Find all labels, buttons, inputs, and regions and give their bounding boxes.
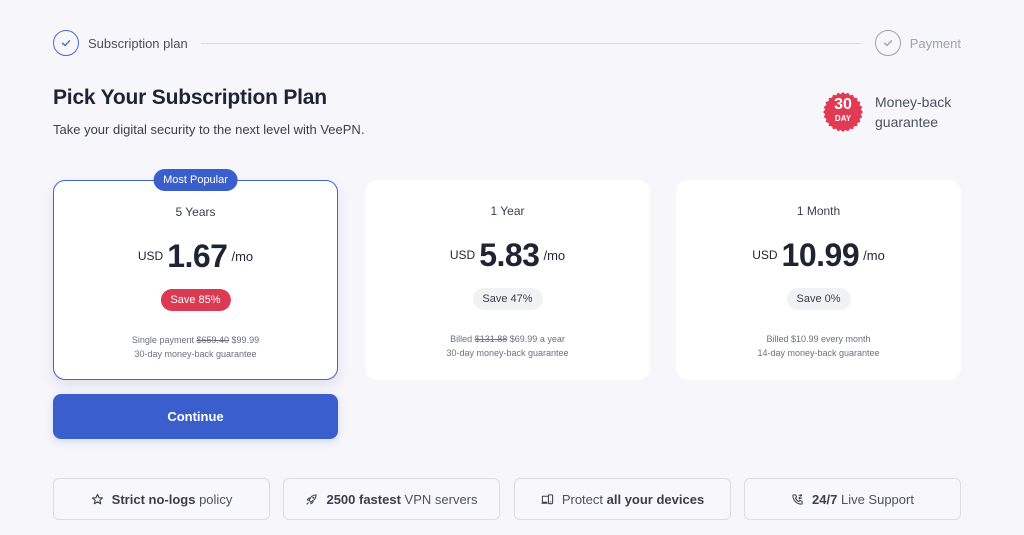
price-amount: 10.99 — [781, 237, 860, 273]
continue-button[interactable]: Continue — [53, 394, 338, 439]
feature-text: 24/7 Live Support — [812, 491, 914, 507]
price-amount: 1.67 — [167, 238, 228, 274]
billing-new-price: $99.99 — [231, 335, 260, 345]
guarantee-text: Money-back guarantee — [875, 94, 952, 130]
plan-price: USD 1.67 /mo — [54, 237, 337, 275]
price-currency: USD — [449, 248, 476, 262]
step-label: Payment — [909, 35, 961, 51]
price-period: /mo — [543, 247, 566, 263]
price-amount: 5.83 — [479, 237, 540, 273]
feature-text: Strict no-logs policy — [111, 491, 233, 507]
billing-new-price: $69.99 — [509, 334, 538, 344]
price-period: /mo — [863, 247, 885, 263]
check-circle-icon — [53, 30, 79, 56]
phone-support-icon — [791, 493, 804, 506]
checkout-stepper: Subscription plan Payment — [53, 30, 961, 56]
badge-unit: DAY — [834, 114, 852, 123]
billing-prefix: Billed — [450, 334, 473, 344]
save-badge: Save 85% — [160, 289, 231, 311]
guarantee-line: 30-day money-back guarantee — [446, 348, 569, 358]
step-connector — [201, 43, 861, 44]
billing-prefix: Single payment — [131, 335, 194, 345]
plan-price: USD 10.99 /mo — [676, 236, 961, 274]
plan-card-5-years[interactable]: Most Popular 5 Years USD 1.67 /mo Save 8… — [53, 169, 338, 380]
price-currency: USD — [137, 249, 164, 263]
step-subscription-plan[interactable]: Subscription plan — [53, 30, 188, 56]
plan-name: 1 Year — [490, 204, 525, 218]
page-heading: Pick Your Subscription Plan Take your di… — [53, 86, 364, 137]
plan-price: USD 5.83 /mo — [365, 236, 650, 274]
plan-name: 5 Years — [175, 205, 216, 219]
price-currency: USD — [752, 248, 778, 262]
most-popular-badge: Most Popular — [153, 169, 238, 191]
billing-line: Billed $131.88 $69.99 a year — [365, 332, 650, 346]
badge-number: 30 — [834, 96, 852, 113]
price-period: /mo — [231, 248, 254, 264]
check-circle-icon — [874, 30, 901, 56]
feature-support: 24/7 Live Support — [744, 478, 961, 520]
plan-name: 1 Month — [796, 204, 841, 218]
plan-card-1-year[interactable]: 1 Year USD 5.83 /mo Save 47% Billed $131… — [365, 180, 650, 380]
plan-billing-details: Billed $131.88 $69.99 a year 30-day mone… — [365, 332, 650, 360]
guarantee-line: 30-day money-back guarantee — [134, 349, 257, 359]
feature-no-logs: Strict no-logs policy — [53, 478, 270, 520]
plan-billing-details: Single payment $659.40 $99.99 30-day mon… — [54, 333, 337, 361]
step-payment[interactable]: Payment — [874, 30, 961, 56]
feature-devices: Protect all your devices — [514, 478, 731, 520]
save-badge: Save 0% — [786, 288, 851, 310]
billing-old-price: $659.40 — [196, 335, 230, 345]
30-day-badge-icon: 30 DAY — [823, 92, 863, 132]
billing-line: Billed $10.99 every month — [766, 334, 871, 344]
feature-text: Protect all your devices — [561, 491, 705, 507]
star-icon — [91, 493, 104, 506]
plan-billing-details: Billed $10.99 every month 14-day money-b… — [676, 332, 961, 360]
billing-old-price: $131.88 — [474, 334, 508, 344]
money-back-guarantee: 30 DAY Money-back guarantee — [823, 92, 965, 132]
page-subtitle: Take your digital security to the next l… — [53, 122, 365, 137]
devices-icon — [541, 493, 554, 506]
save-badge: Save 47% — [472, 288, 543, 310]
rocket-icon — [305, 493, 318, 506]
billing-suffix: a year — [539, 334, 565, 344]
billing-line: Single payment $659.40 $99.99 — [54, 333, 337, 347]
guarantee-line: 14-day money-back guarantee — [757, 348, 880, 358]
feature-text: 2500 fastest VPN servers — [326, 491, 478, 507]
feature-servers: 2500 fastest VPN servers — [283, 478, 500, 520]
step-label: Subscription plan — [88, 35, 188, 51]
plan-card-1-month[interactable]: 1 Month USD 10.99 /mo Save 0% Billed $10… — [676, 180, 961, 380]
page-title: Pick Your Subscription Plan — [53, 86, 327, 109]
